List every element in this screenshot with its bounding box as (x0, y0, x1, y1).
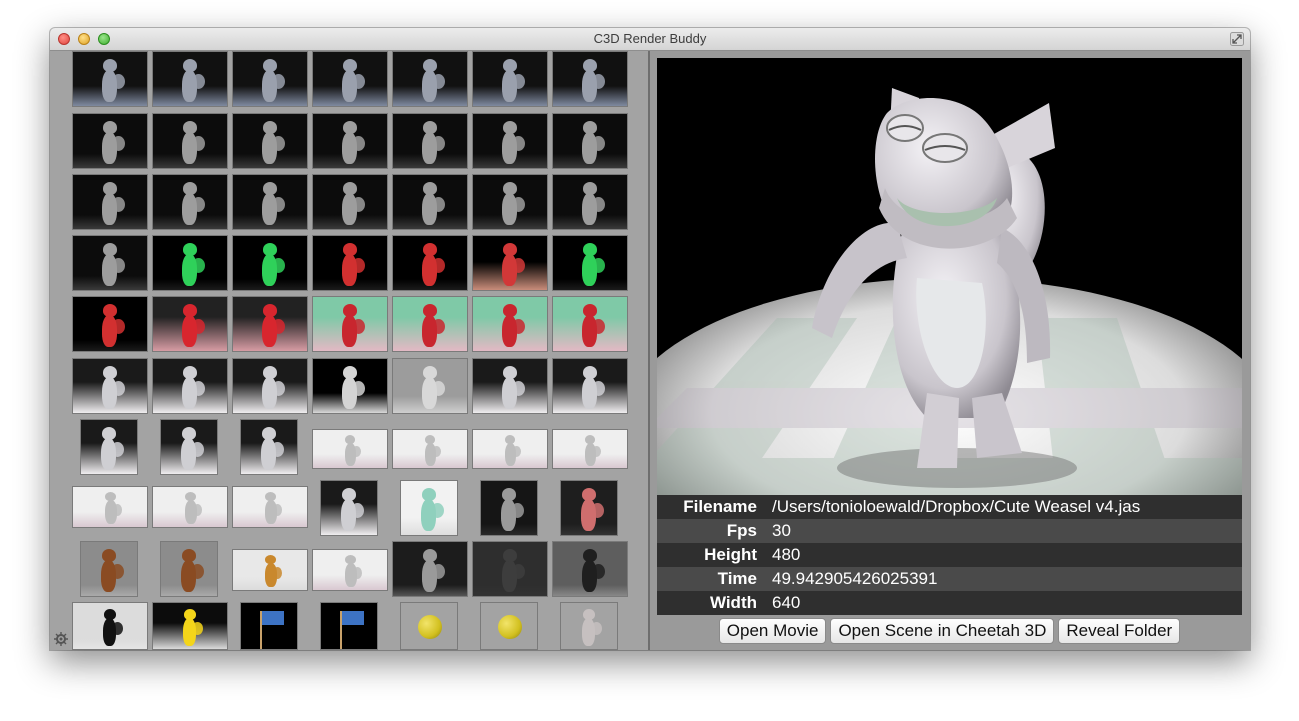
app-window: C3D Render Buddy Filename /Users/toniolo… (50, 28, 1250, 650)
render-thumbnail[interactable] (72, 358, 148, 414)
render-thumbnail[interactable] (72, 296, 148, 352)
render-thumbnail[interactable] (72, 113, 148, 169)
info-value: 30 (772, 521, 791, 540)
render-thumbnail[interactable] (72, 174, 148, 230)
render-thumbnail[interactable] (312, 296, 388, 352)
render-thumbnail[interactable] (552, 113, 628, 169)
render-thumbnail[interactable] (152, 235, 228, 291)
render-thumbnail[interactable] (312, 429, 388, 469)
render-thumbnail[interactable] (160, 541, 218, 597)
render-thumbnail[interactable] (472, 541, 548, 597)
title-bar: C3D Render Buddy (50, 28, 1250, 51)
render-thumbnail[interactable] (152, 602, 228, 650)
render-thumbnail[interactable] (72, 486, 148, 528)
render-thumbnail[interactable] (320, 602, 378, 650)
render-thumbnail[interactable] (472, 174, 548, 230)
render-thumbnail[interactable] (232, 174, 308, 230)
render-thumbnail[interactable] (472, 358, 548, 414)
render-thumbnail[interactable] (240, 419, 298, 475)
render-thumbnail[interactable] (552, 235, 628, 291)
render-thumbnail[interactable] (552, 51, 628, 107)
render-thumbnail[interactable] (480, 602, 538, 650)
render-thumbnail[interactable] (152, 296, 228, 352)
render-thumbnail[interactable] (472, 296, 548, 352)
render-thumbnail[interactable] (392, 541, 468, 597)
render-thumbnail[interactable] (552, 429, 628, 469)
open-movie-button[interactable]: Open Movie (718, 618, 827, 644)
render-thumbnail[interactable] (232, 51, 308, 107)
info-key: Time (717, 569, 757, 588)
render-thumbnail[interactable] (472, 113, 548, 169)
render-thumbnail[interactable] (392, 429, 468, 469)
fullscreen-icon[interactable] (1230, 32, 1244, 46)
info-row: Height 480 (657, 543, 1242, 567)
render-thumbnail[interactable] (472, 235, 548, 291)
action-buttons: Open Movie Open Scene in Cheetah 3D Reve… (657, 618, 1242, 646)
render-thumbnail[interactable] (232, 113, 308, 169)
render-thumbnail[interactable] (392, 296, 468, 352)
info-value: 480 (772, 545, 801, 564)
info-row: Fps 30 (657, 519, 1242, 543)
render-thumbnail[interactable] (72, 235, 148, 291)
info-key: Height (704, 545, 757, 564)
preview-image (657, 58, 1242, 495)
render-thumbnail[interactable] (232, 486, 308, 528)
render-thumbnail[interactable] (552, 358, 628, 414)
render-thumbnail[interactable] (312, 51, 388, 107)
render-thumbnail[interactable] (312, 358, 388, 414)
open-scene-button[interactable]: Open Scene in Cheetah 3D (830, 618, 1055, 644)
render-thumbnail[interactable] (480, 480, 538, 536)
reveal-folder-button[interactable]: Reveal Folder (1058, 618, 1181, 644)
render-thumbnail[interactable] (560, 480, 618, 536)
weasel-render-image (657, 58, 1242, 495)
info-row: Time 49.942905426025391 (657, 567, 1242, 591)
render-thumbnail[interactable] (232, 296, 308, 352)
file-info-table: Filename/Users/tonioloewald/Dropbox/Cute… (657, 495, 1242, 615)
render-thumbnail[interactable] (240, 602, 298, 650)
render-thumbnail[interactable] (152, 174, 228, 230)
render-thumbnail[interactable] (152, 113, 228, 169)
info-value: 640 (772, 593, 801, 612)
render-thumbnail[interactable] (72, 602, 148, 650)
render-thumbnail[interactable] (552, 541, 628, 597)
render-thumbnail[interactable] (160, 419, 218, 475)
settings-gear-icon[interactable] (54, 632, 68, 646)
render-thumbnail[interactable] (152, 358, 228, 414)
render-thumbnail[interactable] (392, 358, 468, 414)
render-thumbnail[interactable] (152, 486, 228, 528)
info-key: Filename (683, 497, 757, 516)
render-thumbnail[interactable] (312, 235, 388, 291)
info-row: Filename/Users/tonioloewald/Dropbox/Cute… (657, 495, 1242, 519)
render-thumbnail[interactable] (400, 602, 458, 650)
render-thumbnail[interactable] (312, 549, 388, 591)
render-thumbnail[interactable] (552, 174, 628, 230)
render-thumbnail[interactable] (80, 541, 138, 597)
render-thumbnail[interactable] (392, 235, 468, 291)
info-key: Width (709, 593, 757, 612)
render-thumbnail[interactable] (312, 174, 388, 230)
info-row: Width 640 (657, 591, 1242, 615)
render-thumbnail[interactable] (320, 480, 378, 536)
render-thumbnail[interactable] (232, 358, 308, 414)
render-thumbnail[interactable] (552, 296, 628, 352)
window-title: C3D Render Buddy (593, 31, 707, 46)
render-thumbnail[interactable] (472, 429, 548, 469)
render-thumbnail[interactable] (400, 480, 458, 536)
info-value: /Users/tonioloewald/Dropbox/Cute Weasel … (772, 497, 1141, 516)
render-thumbnail[interactable] (80, 419, 138, 475)
split-view-divider[interactable] (648, 51, 650, 650)
render-thumbnail[interactable] (312, 113, 388, 169)
render-thumbnail[interactable] (232, 549, 308, 591)
render-thumbnail[interactable] (152, 51, 228, 107)
render-thumbnail[interactable] (72, 51, 148, 107)
render-thumbnail[interactable] (392, 113, 468, 169)
info-key: Fps (726, 521, 757, 540)
render-thumbnail[interactable] (472, 51, 548, 107)
thumbnail-grid[interactable] (50, 51, 648, 650)
render-thumbnail[interactable] (560, 602, 618, 650)
render-thumbnail[interactable] (392, 174, 468, 230)
render-thumbnail[interactable] (232, 235, 308, 291)
render-thumbnail[interactable] (392, 51, 468, 107)
info-value: 49.942905426025391 (772, 569, 938, 588)
